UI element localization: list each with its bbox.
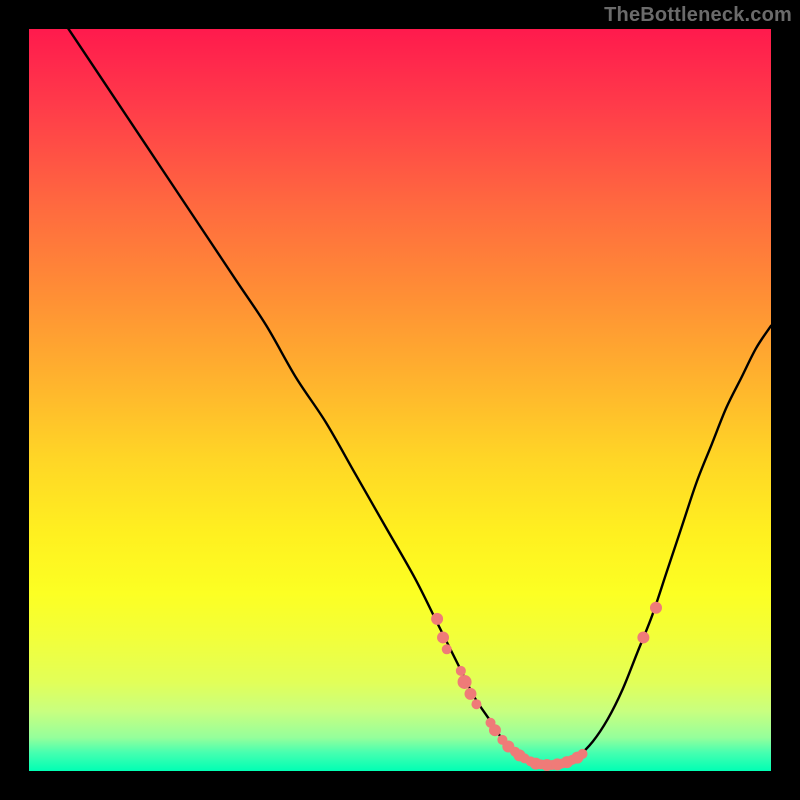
chart-marker: [464, 688, 476, 700]
chart-marker: [437, 631, 449, 643]
chart-marker: [650, 602, 662, 614]
chart-marker: [456, 666, 466, 676]
chart-marker: [431, 613, 443, 625]
plot-area: [29, 29, 771, 771]
chart-markers: [431, 602, 662, 771]
chart-marker: [458, 675, 472, 689]
chart-curve: [29, 0, 771, 764]
chart-marker: [637, 631, 649, 643]
chart-marker: [489, 724, 501, 736]
app-frame: TheBottleneck.com: [0, 0, 800, 800]
chart-marker: [471, 699, 481, 709]
chart-marker: [578, 749, 588, 759]
chart-svg: [29, 29, 771, 771]
attribution-watermark: TheBottleneck.com: [604, 4, 792, 27]
chart-marker: [442, 644, 452, 654]
